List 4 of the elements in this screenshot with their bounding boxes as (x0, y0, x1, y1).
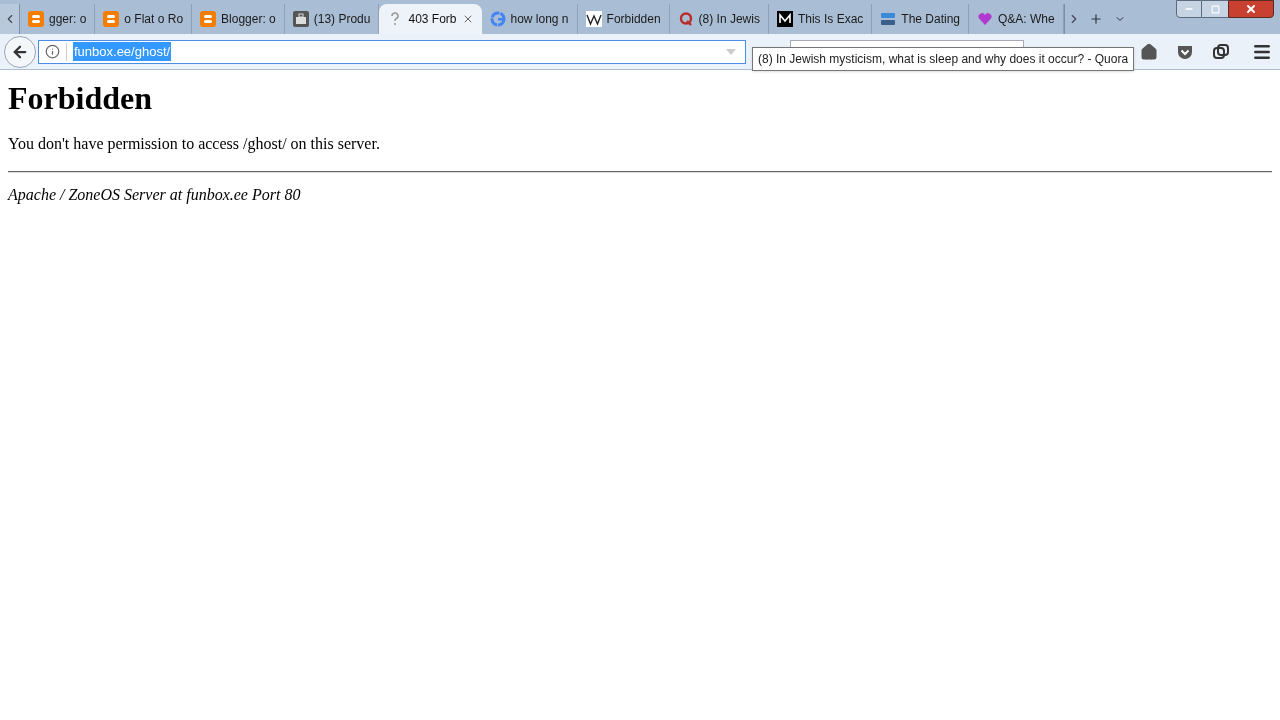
error-message: You don't have permission to access /ghost/ on this server. (8, 134, 381, 155)
page-heading: Forbidden (8, 80, 154, 116)
tooltip: (8) In Jewish mysticism, what is sleep and why does it occur? - Quora (752, 47, 1135, 71)
server-signature: Apache / ZoneOS Server at funbox.ee Port 80 (8, 185, 302, 206)
